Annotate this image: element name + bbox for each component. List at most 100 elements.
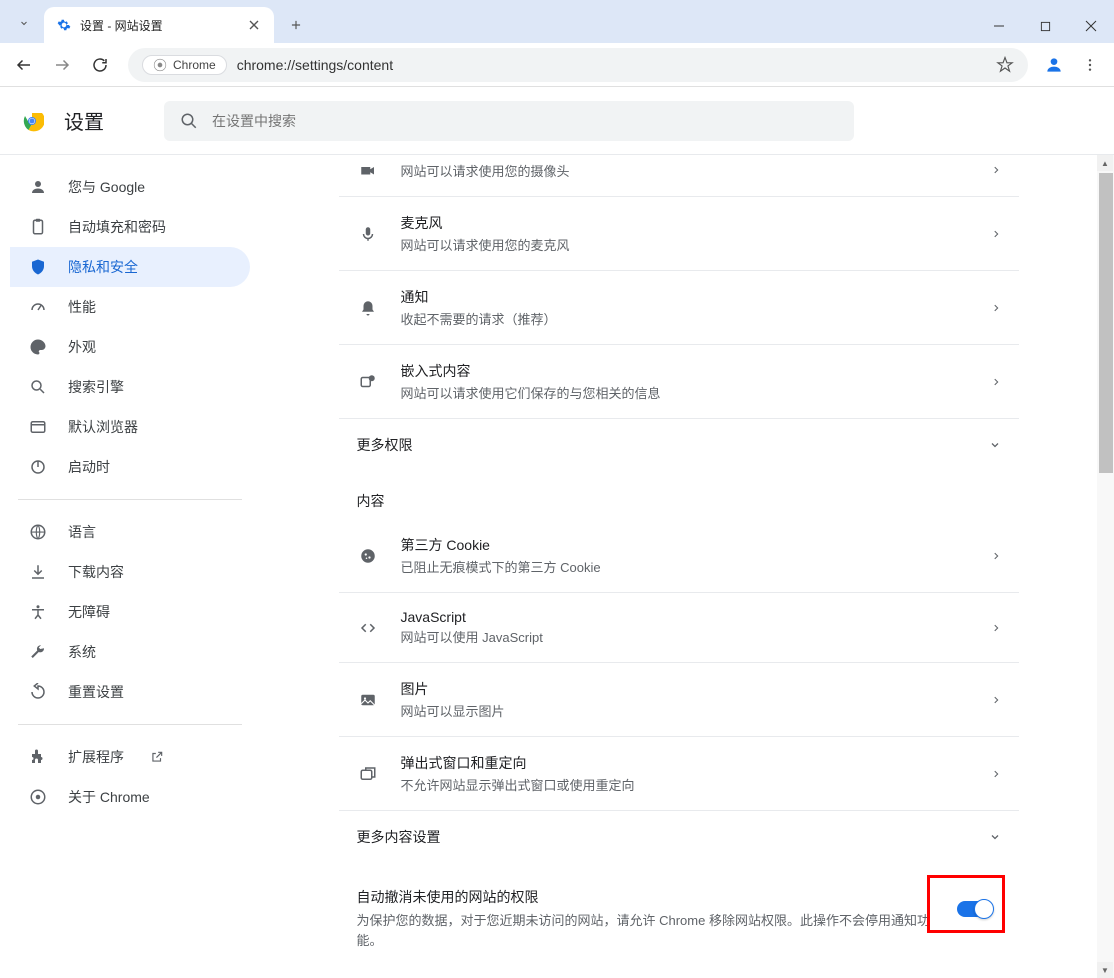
row-microphone[interactable]: 麦克风网站可以请求使用您的麦克风 — [339, 197, 1019, 271]
search-icon — [180, 112, 198, 130]
reload-button[interactable] — [84, 49, 116, 81]
sidebar-item-extensions[interactable]: 扩展程序 — [10, 737, 250, 777]
search-icon — [28, 377, 48, 397]
clipboard-icon — [28, 217, 48, 237]
sidebar-item-you-and-google[interactable]: 您与 Google — [10, 167, 250, 207]
chevron-right-icon — [991, 229, 1001, 239]
scroll-thumb[interactable] — [1099, 173, 1113, 473]
scroll-up-button[interactable]: ▲ — [1097, 155, 1113, 171]
chevron-down-icon — [989, 439, 1001, 451]
settings-body: 您与 Google 自动填充和密码 隐私和安全 性能 外观 搜索引擎 默认浏览器… — [0, 155, 1114, 978]
row-camera[interactable]: 网站可以请求使用您的摄像头 — [339, 155, 1019, 197]
tab-search-dropdown[interactable] — [10, 9, 38, 37]
chevron-right-icon — [991, 623, 1001, 633]
close-icon — [249, 20, 259, 30]
row-popups[interactable]: 弹出式窗口和重定向不允许网站显示弹出式窗口或使用重定向 — [339, 737, 1019, 811]
row-cookies[interactable]: 第三方 Cookie已阻止无痕模式下的第三方 Cookie — [339, 519, 1019, 593]
scrollbar[interactable]: ▲ ▼ — [1097, 155, 1114, 978]
url-text: chrome://settings/content — [237, 57, 986, 73]
content: 设置 您与 Google 自动填充和密码 隐私和安全 性能 外观 搜索引擎 默认… — [0, 87, 1114, 978]
chevron-right-icon — [991, 377, 1001, 387]
accessibility-icon — [28, 602, 48, 622]
sidebar-item-language[interactable]: 语言 — [10, 512, 250, 552]
speedometer-icon — [28, 297, 48, 317]
cookie-icon — [357, 547, 379, 565]
new-tab-button[interactable] — [282, 11, 310, 39]
bookmark-button[interactable] — [996, 56, 1014, 74]
sidebar-item-default-browser[interactable]: 默认浏览器 — [10, 407, 250, 447]
person-icon — [1044, 55, 1064, 75]
reset-icon — [28, 682, 48, 702]
address-bar[interactable]: Chrome chrome://settings/content — [128, 48, 1028, 82]
globe-icon — [28, 522, 48, 542]
sidebar-item-privacy[interactable]: 隐私和安全 — [10, 247, 250, 287]
row-images[interactable]: 图片网站可以显示图片 — [339, 663, 1019, 737]
popup-icon — [357, 765, 379, 783]
sidebar-item-autofill[interactable]: 自动填充和密码 — [10, 207, 250, 247]
auto-revoke-toggle[interactable] — [957, 901, 993, 917]
profile-button[interactable] — [1040, 51, 1068, 79]
embed-icon — [357, 373, 379, 391]
tab-strip: 设置 - 网站设置 — [0, 0, 310, 43]
settings-search[interactable] — [164, 101, 854, 141]
browser-toolbar: Chrome chrome://settings/content — [0, 43, 1114, 87]
chevron-down-icon — [989, 831, 1001, 843]
chevron-right-icon — [991, 695, 1001, 705]
sidebar-item-system[interactable]: 系统 — [10, 632, 250, 672]
row-more-permissions[interactable]: 更多权限 — [339, 419, 1019, 471]
divider — [18, 724, 242, 725]
maximize-button[interactable] — [1022, 9, 1068, 43]
sidebar-item-performance[interactable]: 性能 — [10, 287, 250, 327]
main-panel[interactable]: 网站可以请求使用您的摄像头 麦克风网站可以请求使用您的麦克风 通知收起不需要的请… — [260, 155, 1097, 978]
camera-icon — [357, 161, 379, 179]
sidebar-item-accessibility[interactable]: 无障碍 — [10, 592, 250, 632]
star-icon — [996, 56, 1014, 74]
row-notifications[interactable]: 通知收起不需要的请求（推荐） — [339, 271, 1019, 345]
chevron-right-icon — [991, 165, 1001, 175]
sidebar-item-search[interactable]: 搜索引擎 — [10, 367, 250, 407]
browser-icon — [28, 417, 48, 437]
sidebar-item-downloads[interactable]: 下载内容 — [10, 552, 250, 592]
chrome-icon — [153, 58, 167, 72]
site-chip[interactable]: Chrome — [142, 55, 227, 75]
image-icon — [357, 691, 379, 709]
sidebar-item-appearance[interactable]: 外观 — [10, 327, 250, 367]
menu-button[interactable] — [1074, 49, 1106, 81]
dots-vertical-icon — [1082, 57, 1098, 73]
person-icon — [28, 177, 48, 197]
site-chip-label: Chrome — [173, 58, 216, 72]
tab-title: 设置 - 网站设置 — [80, 17, 238, 34]
chrome-icon — [28, 787, 48, 807]
row-more-content[interactable]: 更多内容设置 — [339, 811, 1019, 863]
code-icon — [357, 619, 379, 637]
microphone-icon — [357, 225, 379, 243]
browser-tab[interactable]: 设置 - 网站设置 — [44, 7, 274, 43]
row-javascript[interactable]: JavaScript网站可以使用 JavaScript — [339, 593, 1019, 663]
gear-icon — [56, 17, 72, 33]
minimize-button[interactable] — [976, 9, 1022, 43]
puzzle-icon — [28, 747, 48, 767]
tab-close-button[interactable] — [246, 17, 262, 33]
palette-icon — [28, 337, 48, 357]
shield-icon — [28, 257, 48, 277]
scroll-down-button[interactable]: ▼ — [1097, 962, 1113, 978]
window-controls — [976, 9, 1114, 43]
row-embedded-content[interactable]: 嵌入式内容网站可以请求使用它们保存的与您相关的信息 — [339, 345, 1019, 419]
forward-button[interactable] — [46, 49, 78, 81]
search-input[interactable] — [212, 113, 838, 129]
sidebar-item-reset[interactable]: 重置设置 — [10, 672, 250, 712]
external-link-icon — [150, 750, 164, 764]
sidebar-item-about[interactable]: 关于 Chrome — [10, 777, 250, 817]
reload-icon — [91, 56, 109, 74]
bell-icon — [357, 299, 379, 317]
sidebar: 您与 Google 自动填充和密码 隐私和安全 性能 外观 搜索引擎 默认浏览器… — [0, 155, 260, 978]
close-window-button[interactable] — [1068, 9, 1114, 43]
back-button[interactable] — [8, 49, 40, 81]
arrow-left-icon — [15, 56, 33, 74]
arrow-right-icon — [53, 56, 71, 74]
download-icon — [28, 562, 48, 582]
chevron-right-icon — [991, 551, 1001, 561]
divider — [18, 499, 242, 500]
sidebar-item-startup[interactable]: 启动时 — [10, 447, 250, 487]
row-auto-revoke: 自动撤消未使用的网站的权限 为保护您的数据，对于您近期未访问的网站，请允许 Ch… — [339, 863, 1019, 966]
